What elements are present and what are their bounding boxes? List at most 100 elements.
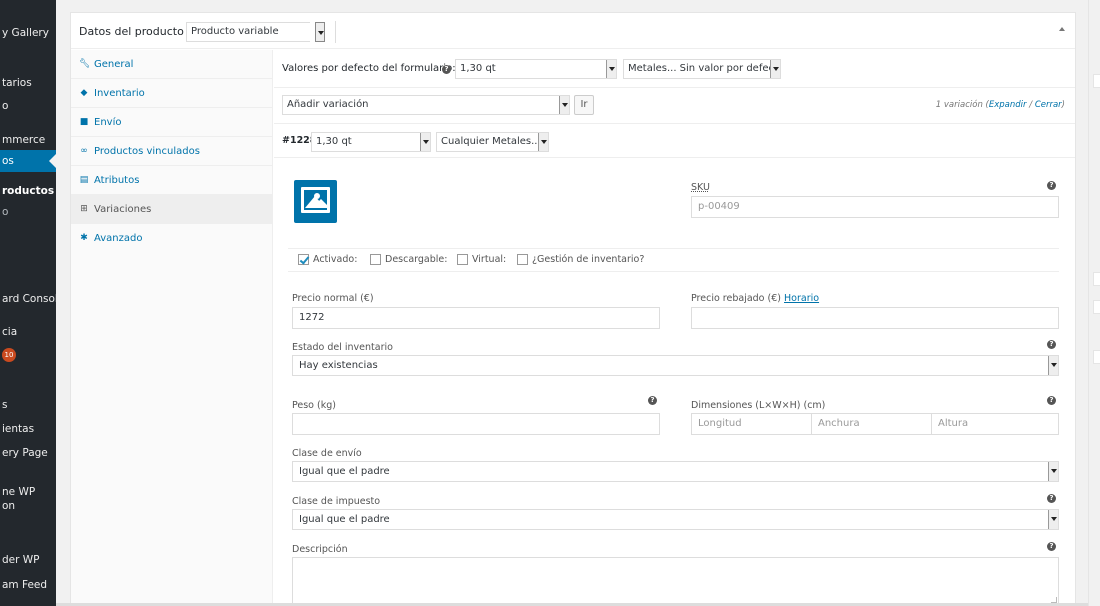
sidebar-submenu-add[interactable]: o [2,206,8,218]
description-help-icon[interactable]: ? [1047,542,1056,551]
sidebar-item-contact[interactable]: o [2,100,8,112]
default-size-value: 1,30 qt [460,63,496,74]
sidebar-submenu-all-products[interactable]: roductos [2,185,54,197]
tax-class-label: Clase de impuesto [292,496,381,507]
sidebar-item-products[interactable]: os [0,150,56,172]
variation-count-text: 1 variación [935,100,983,110]
weight-help-icon[interactable]: ? [648,396,657,405]
schedule-link[interactable]: Horario [784,293,819,304]
sale-price-label-text: Precio rebajado (€) [691,293,781,304]
sidebar-item-instagram-feed[interactable]: am Feed [2,579,47,591]
tab-shipping[interactable]: ■ Envío [71,108,272,137]
default-values-label: Valores por defecto del formulario: [282,63,456,74]
sidebar-item-migration[interactable]: on [2,500,15,512]
tax-class-dropdown-icon [1048,510,1058,529]
enabled-checkbox[interactable]: Activado: [298,254,364,268]
sidebar-item-builder-wp[interactable]: der WP [2,554,40,566]
sku-help-icon[interactable]: ? [1047,181,1056,190]
add-variation-row: Añadir variación Ir 1 variación (Expandi… [274,88,1075,124]
tab-inventory[interactable]: ◆ Inventario [71,79,272,108]
product-data-panel: Datos del producto — Producto variable 🔧… [70,12,1076,606]
height-input[interactable]: Altura [931,413,1059,435]
image-mountain-icon-2 [312,199,330,208]
tab-advanced[interactable]: ✱ Avanzado [71,224,272,253]
variation-options-row: Activado: Descargable: Virtual: ¿Gestión… [288,248,1059,272]
variation-metal-dropdown-icon [538,133,548,151]
sidebar-item-woocommerce[interactable]: mmerce [2,134,45,146]
weight-input[interactable] [292,413,660,435]
default-metal-dropdown-icon [770,60,780,78]
add-variation-dropdown-icon [559,96,569,114]
sidebar-item-gallery[interactable]: y Gallery [2,27,49,39]
sale-price-label: Precio rebajado (€) Horario [691,293,819,304]
admin-sidebar: y Gallery tarios o mmerce os roductos o … [0,0,56,606]
sidebar-item-gallery-page[interactable]: ery Page [2,447,48,459]
sidebar-item-users[interactable]: s [2,399,7,411]
tax-class-help-icon[interactable]: ? [1047,494,1056,503]
plugins-update-badge: 10 [2,348,16,362]
tax-class-select[interactable]: Igual que el padre [292,509,1059,530]
variation-metal-value: Cualquier Metales... [441,136,541,147]
downloadable-checkbox[interactable]: Descargable: [370,254,454,268]
sidebar-item-appearance[interactable]: cia [2,326,17,338]
regular-price-input[interactable]: 1272 [292,307,660,329]
variation-header-row[interactable]: #1228 1,30 qt Cualquier Metales... [274,124,1075,158]
panel-header: Datos del producto — Producto variable [71,13,1075,49]
shipping-class-dropdown-icon [1048,462,1058,481]
sidebar-item-comments[interactable]: tarios [2,77,32,89]
variation-size-dropdown-icon [420,133,430,151]
tab-general[interactable]: 🔧︎ General [71,50,272,79]
collapse-toggle-icon[interactable] [1059,27,1065,31]
stock-status-select[interactable]: Hay existencias [292,355,1059,376]
tab-general-label: General [94,59,134,70]
stock-status-help-icon[interactable]: ? [1047,340,1056,349]
variation-metal-select[interactable]: Cualquier Metales... [436,132,549,152]
close-link[interactable]: Cerrar [1035,100,1062,110]
default-metal-value: Metales... Sin valor por defecto [628,63,781,74]
default-values-help-icon[interactable]: ? [442,65,451,74]
list-icon: ▤ [79,175,89,185]
tab-inventory-label: Inventario [94,88,145,99]
shipping-class-select[interactable]: Igual que el padre [292,461,1059,482]
sidebar-item-dashboard-console[interactable]: ard Console [2,293,56,305]
gear-icon: ✱ [80,233,88,243]
truck-icon: ■ [79,117,89,127]
shipping-class-label: Clase de envío [292,448,362,459]
enabled-checkbox-box [298,254,309,265]
tab-variations-label: Variaciones [94,204,152,215]
side-metabox-2 [1093,272,1100,286]
variation-image-upload[interactable] [294,180,337,223]
tab-linked-products-label: Productos vinculados [94,146,200,157]
stock-status-dropdown-icon [1048,356,1058,375]
tab-shipping-label: Envío [94,117,122,128]
sidebar-item-tools[interactable]: ientas [2,423,34,435]
description-textarea[interactable] [292,557,1059,605]
enabled-checkbox-label: Activado: [313,254,358,265]
go-button[interactable]: Ir [574,95,594,115]
add-variation-select[interactable]: Añadir variación [282,95,570,115]
manage-stock-checkbox[interactable]: ¿Gestión de inventario? [517,254,647,268]
width-input[interactable]: Anchura [811,413,932,435]
product-data-tabs: 🔧︎ General ◆ Inventario ■ Envío ∞ Produc… [71,50,273,606]
variation-size-value: 1,30 qt [316,136,352,147]
expand-link[interactable]: Expandir [989,100,1027,110]
virtual-checkbox[interactable]: Virtual: [457,254,515,268]
side-metabox-4 [1093,350,1100,364]
slash-separator: / [1026,100,1035,110]
default-size-select[interactable]: 1,30 qt [455,59,617,79]
stock-status-value: Hay existencias [299,360,378,371]
tab-variations[interactable]: ⊞ Variaciones [71,195,272,224]
default-metal-select[interactable]: Metales... Sin valor por defecto [623,59,781,79]
sku-input[interactable]: p-00409 [691,196,1059,218]
variation-size-select[interactable]: 1,30 qt [311,132,431,152]
sale-price-input[interactable] [691,307,1059,329]
product-type-dropdown-button[interactable] [315,22,325,42]
product-type-select[interactable]: Producto variable [186,22,310,42]
dimensions-help-icon[interactable]: ? [1047,396,1056,405]
tab-attributes[interactable]: ▤ Atributos [71,166,272,195]
tab-linked-products[interactable]: ∞ Productos vinculados [71,137,272,166]
sidebar-item-all-in-one-wp[interactable]: ne WP [2,486,35,498]
weight-label: Peso (kg) [292,400,336,411]
length-input[interactable]: Longitud [691,413,812,435]
shipping-class-value: Igual que el padre [299,466,390,477]
